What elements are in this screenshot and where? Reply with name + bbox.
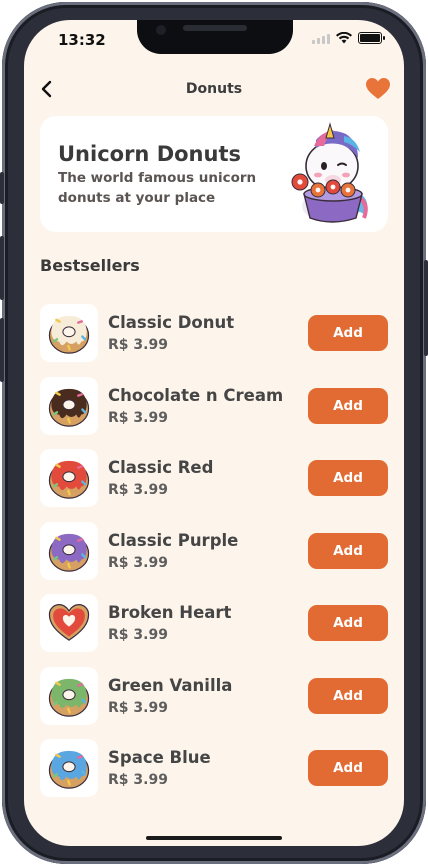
product-row: Classic Red R$ 3.99 Add [40, 449, 388, 522]
side-button [0, 172, 4, 204]
status-icons [312, 32, 385, 44]
home-indicator[interactable] [146, 836, 282, 840]
add-to-cart-button[interactable]: Add [308, 605, 388, 641]
side-button [0, 318, 4, 382]
product-image [40, 666, 98, 725]
product-name: Broken Heart [108, 603, 232, 622]
cellular-signal-icon [312, 33, 330, 44]
donut-icon [48, 388, 90, 427]
page-title: Donuts [185, 81, 243, 97]
side-button [0, 236, 4, 300]
add-to-cart-button[interactable]: Add [308, 532, 388, 569]
speaker [183, 25, 247, 31]
product-price: R$ 3.99 [108, 409, 168, 426]
donut-icon [48, 750, 90, 789]
hero-title: Unicorn Donuts [58, 142, 241, 166]
product-price: R$ 3.99 [108, 482, 168, 498]
add-to-cart-button[interactable]: Add [308, 315, 388, 351]
add-to-cart-button[interactable]: Add [308, 387, 388, 424]
product-price: R$ 3.99 [108, 554, 168, 571]
notch [137, 20, 293, 54]
product-row: Green Vanilla R$ 3.99 Add [40, 666, 388, 740]
product-image [40, 521, 98, 580]
donut-icon [48, 315, 90, 354]
product-price: R$ 3.99 [108, 772, 168, 788]
app-screen: 13:32 Donuts Unicorn Donuts The world fa… [24, 20, 404, 846]
hero-card: Unicorn Donuts The world famous unicorn … [40, 116, 388, 232]
product-name: Classic Red [108, 458, 214, 477]
hero-subtitle: The world famous unicorn donuts at your … [58, 170, 257, 206]
product-row: Space Blue R$ 3.99 Add [40, 739, 388, 812]
wifi-icon [336, 32, 352, 44]
add-to-cart-button[interactable]: Add [308, 677, 388, 714]
product-name: Space Blue [108, 748, 211, 767]
donut-icon [48, 678, 90, 717]
product-image [40, 739, 98, 797]
camera-icon [153, 22, 169, 38]
product-price: R$ 3.99 [108, 337, 168, 353]
add-to-cart-button[interactable]: Add [308, 750, 388, 786]
donut-icon [48, 533, 90, 572]
battery-icon [358, 32, 385, 44]
product-image [40, 449, 98, 507]
product-price: R$ 3.99 [108, 699, 168, 716]
product-name: Chocolate n Cream [108, 385, 284, 405]
product-price: R$ 3.99 [108, 627, 168, 643]
product-list: Classic Donut R$ 3.99 Add Chocolate n Cr… [40, 304, 388, 812]
heart-icon[interactable] [366, 78, 390, 100]
donut-icon [48, 604, 90, 641]
unicorn-illustration [291, 122, 368, 223]
product-row: Classic Purple R$ 3.99 Add [40, 521, 388, 595]
product-image [40, 376, 98, 435]
status-time: 13:32 [58, 31, 106, 49]
donut-icon [48, 460, 90, 499]
product-name: Green Vanilla [108, 675, 233, 695]
add-to-cart-button[interactable]: Add [308, 460, 388, 496]
product-name: Classic Donut [108, 313, 235, 332]
product-row: Classic Donut R$ 3.99 Add [40, 304, 388, 377]
side-button [424, 260, 428, 356]
product-row: Chocolate n Cream R$ 3.99 Add [40, 376, 388, 450]
product-image [40, 304, 98, 362]
product-image [40, 594, 98, 652]
product-name: Classic Purple [108, 530, 239, 550]
product-row: Broken Heart R$ 3.99 Add [40, 594, 388, 667]
section-title: Bestsellers [40, 256, 140, 275]
